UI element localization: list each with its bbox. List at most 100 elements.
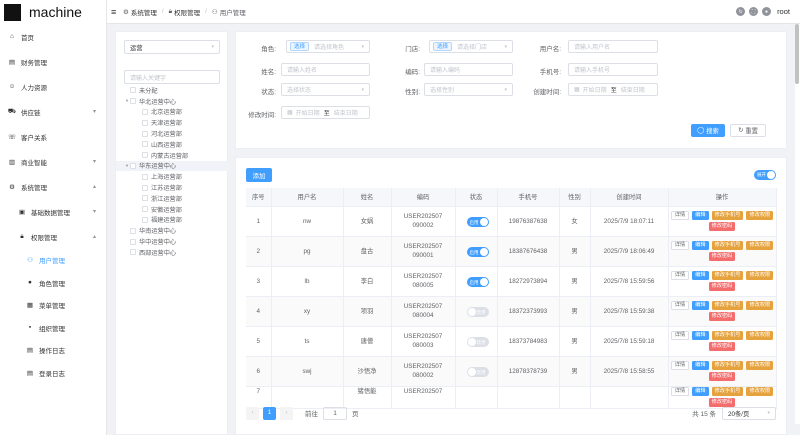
edit-permission-button[interactable]: 修改权限	[746, 361, 774, 370]
edit-password-button[interactable]: 修改密码	[708, 312, 736, 321]
edit-button[interactable]: 编辑	[692, 301, 709, 310]
username-input[interactable]: 请输入用户名	[568, 40, 658, 53]
breadcrumb-item-permission[interactable]: 权限管理	[174, 7, 200, 17]
tree-checkbox[interactable]	[130, 98, 136, 105]
status-select[interactable]: 选择状态 ▾	[281, 83, 370, 96]
edit-permission-button[interactable]: 修改权限	[746, 271, 774, 280]
detail-button[interactable]: 详情	[670, 301, 690, 310]
code-input[interactable]: 请输入编码	[424, 63, 513, 76]
sidebar-item-14[interactable]: ▤ 登录日志	[0, 362, 106, 385]
detail-button[interactable]: 详情	[670, 386, 690, 396]
tree-node[interactable]: ▾ 华北运营中心	[116, 96, 228, 107]
fullscreen-icon[interactable]: ⛶	[749, 7, 759, 16]
sidebar-item-11[interactable]: ▦ 菜单管理	[0, 294, 106, 317]
username-label[interactable]: root	[777, 7, 790, 16]
tree-node[interactable]: 安徽运营部	[116, 204, 228, 215]
edit-permission-button[interactable]: 修改权限	[746, 241, 774, 250]
edit-button[interactable]: 编辑	[692, 271, 709, 280]
phone-input[interactable]: 请输入手机号	[568, 63, 658, 76]
tree-checkbox[interactable]	[142, 108, 148, 115]
edit-phone-button[interactable]: 修改手机号	[711, 331, 744, 340]
edit-phone-button[interactable]: 修改手机号	[711, 211, 744, 220]
sidebar-item-6[interactable]: ⚙ 系统管理 ▴	[0, 174, 106, 199]
role-select-tag[interactable]: 选择	[290, 42, 310, 51]
reset-button[interactable]: ↻ 重置	[730, 124, 766, 137]
tree-node[interactable]: 上海运营部	[116, 171, 228, 182]
tree-checkbox[interactable]	[130, 238, 136, 245]
status-toggle[interactable]: 启用	[466, 276, 489, 287]
sidebar-item-3[interactable]: ⛟ 供应链 ▾	[0, 99, 106, 124]
page-number-1[interactable]: 1	[263, 406, 276, 420]
tree-node[interactable]: 河北运营部	[116, 128, 228, 139]
edit-button[interactable]: 编辑	[692, 361, 709, 370]
detail-button[interactable]: 详情	[670, 211, 690, 220]
edit-password-button[interactable]: 修改密码	[708, 342, 736, 351]
sidebar-item-2[interactable]: ☺ 人力资源	[0, 74, 106, 99]
gender-select[interactable]: 选择性别 ▾	[424, 83, 513, 96]
edit-permission-button[interactable]: 修改权限	[746, 301, 774, 310]
edit-button[interactable]: 编辑	[692, 331, 709, 340]
detail-button[interactable]: 详情	[670, 241, 690, 250]
tree-node[interactable]: 内蒙古运营部	[116, 150, 228, 161]
edit-button[interactable]: 编辑	[692, 386, 709, 396]
tree-checkbox[interactable]	[130, 87, 136, 94]
sidebar-item-10[interactable]: ● 角色管理	[0, 272, 106, 295]
tree-node[interactable]: 西部运营中心	[116, 247, 228, 258]
tree-node[interactable]: 江苏运营部	[116, 182, 228, 193]
breadcrumb-item-system[interactable]: 系统管理	[131, 7, 157, 17]
menu-toggle-icon[interactable]: ≡	[111, 7, 123, 17]
status-toggle[interactable]: 禁用	[466, 366, 489, 377]
edit-permission-button[interactable]: 修改权限	[746, 386, 774, 396]
edit-password-button[interactable]: 修改密码	[708, 222, 736, 231]
prev-page-button[interactable]: ‹	[246, 406, 259, 420]
edit-permission-button[interactable]: 修改权限	[746, 331, 774, 340]
page-scrollbar-thumb[interactable]	[795, 24, 799, 84]
sidebar-item-5[interactable]: ▥ 商业智能 ▾	[0, 149, 106, 174]
sidebar-item-4[interactable]: ☏ 客户关系	[0, 124, 106, 149]
created-date-range[interactable]: ▦ 开始日期 至 结束日期	[568, 83, 658, 96]
sidebar-item-9[interactable]: ⚇ 用户管理	[0, 249, 106, 272]
avatar[interactable]: ●	[762, 7, 772, 16]
tree-node[interactable]: 天津运营部	[116, 117, 228, 128]
sidebar-item-12[interactable]: ▪ 组织管理	[0, 317, 106, 340]
expand-toggle[interactable]: 展开	[754, 170, 776, 180]
tree-checkbox[interactable]	[142, 206, 148, 213]
tree-node[interactable]: ▾ 华东运营中心	[116, 160, 228, 172]
org-search-input[interactable]: 请输入关键字	[124, 70, 220, 84]
detail-button[interactable]: 详情	[670, 271, 690, 280]
sidebar-item-7[interactable]: ▣ 基础数据管理 ▾	[0, 199, 106, 224]
tree-checkbox[interactable]	[130, 227, 136, 234]
edit-password-button[interactable]: 修改密码	[708, 252, 736, 261]
sidebar-item-8[interactable]: 🔒︎ 权限管理 ▴	[0, 224, 106, 249]
edit-phone-button[interactable]: 修改手机号	[711, 386, 744, 396]
detail-button[interactable]: 详情	[670, 361, 690, 370]
tree-checkbox[interactable]	[142, 216, 148, 223]
tree-node[interactable]: 华中运营中心	[116, 236, 228, 247]
search-button[interactable]: ◯ 搜索	[691, 124, 725, 137]
tree-checkbox[interactable]	[142, 184, 148, 191]
goto-page-input[interactable]: 1	[323, 406, 347, 420]
edit-password-button[interactable]: 修改密码	[708, 372, 736, 381]
tree-node[interactable]: 浙江运营部	[116, 193, 228, 204]
tree-checkbox[interactable]	[142, 173, 148, 180]
status-toggle[interactable]: 禁用	[466, 336, 489, 347]
detail-button[interactable]: 详情	[670, 331, 690, 340]
page-scrollbar[interactable]	[795, 24, 800, 424]
edit-phone-button[interactable]: 修改手机号	[711, 301, 744, 310]
store-select[interactable]: 选择 请选择门店 ▾	[429, 40, 513, 53]
tree-checkbox[interactable]	[142, 141, 148, 148]
sidebar-item-1[interactable]: ▤ 财务管理	[0, 49, 106, 74]
tree-node[interactable]: 山西运营部	[116, 139, 228, 150]
tree-node[interactable]: 北京运营部	[116, 107, 228, 118]
add-user-button[interactable]: 添加	[246, 168, 272, 182]
status-toggle[interactable]: 禁用	[466, 306, 489, 317]
name-input[interactable]: 请输入姓名	[281, 63, 370, 76]
tree-checkbox[interactable]	[142, 119, 148, 126]
edit-phone-button[interactable]: 修改手机号	[711, 271, 744, 280]
tree-node[interactable]: 华南运营中心	[116, 225, 228, 236]
edit-password-button[interactable]: 修改密码	[708, 282, 736, 291]
org-type-select[interactable]: 运营 ▾	[124, 40, 220, 54]
tree-checkbox[interactable]	[142, 195, 148, 202]
tree-checkbox[interactable]	[142, 152, 148, 159]
next-page-button[interactable]: ›	[280, 406, 293, 420]
